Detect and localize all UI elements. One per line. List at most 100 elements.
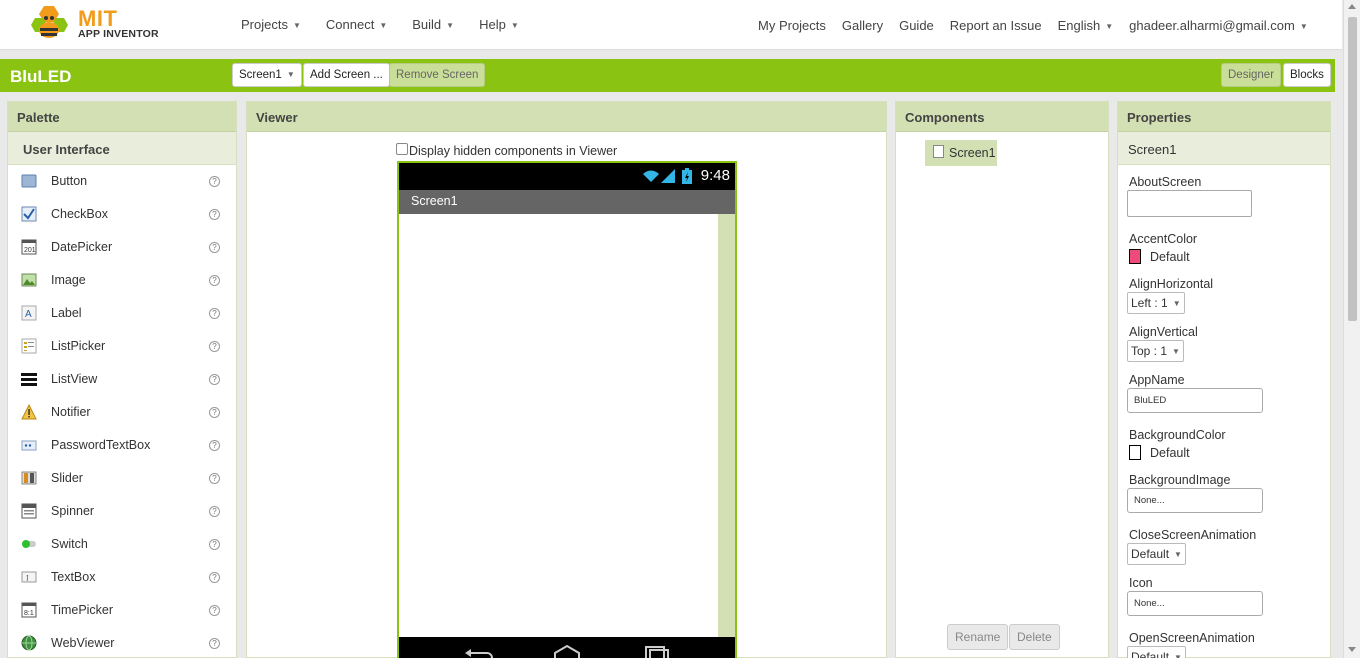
palette-item-checkbox[interactable]: CheckBox ? [8,198,236,231]
closescreenanimation-select[interactable]: Default ▼ [1127,543,1186,565]
palette-item-datepicker[interactable]: 201 DatePicker ? [8,231,236,264]
help-icon[interactable]: ? [209,440,220,451]
help-icon[interactable]: ? [209,275,220,286]
spinner-icon [21,503,37,519]
palette-item-timepicker[interactable]: 8:1 TimePicker ? [8,594,236,627]
gallery-link[interactable]: Gallery [842,18,883,33]
scroll-up-arrow-icon[interactable] [1348,4,1356,9]
blocks-button[interactable]: Blocks [1283,63,1331,87]
language-label: English [1057,18,1101,33]
screen-canvas[interactable] [399,214,735,638]
chevron-down-icon: ▼ [446,21,455,31]
prop-backgroundimage-label: BackgroundImage [1129,473,1231,487]
prop-backgroundcolor-label: BackgroundColor [1129,428,1226,442]
closescreenanimation-value: Default [1131,547,1170,561]
palette-item-spinner[interactable]: Spinner ? [8,495,236,528]
component-tree-item-screen1[interactable]: Screen1 [925,140,997,166]
display-hidden-toggle[interactable]: Display hidden components in Viewer [396,143,617,158]
guide-link[interactable]: Guide [899,18,934,33]
display-hidden-checkbox[interactable] [396,143,408,155]
user-menu[interactable]: ghadeer.alharmi@gmail.com ▼ [1129,18,1308,33]
home-icon [554,645,580,658]
help-icon[interactable]: ? [209,638,220,649]
remove-screen-button[interactable]: Remove Screen [389,63,486,87]
help-icon[interactable]: ? [209,242,220,253]
scroll-down-arrow-icon[interactable] [1348,647,1356,652]
alignhorizontal-select[interactable]: Left : 1 ▼ [1127,292,1185,314]
backgroundcolor-picker[interactable]: Default [1129,445,1190,460]
palette-item-listview[interactable]: ListView ? [8,363,236,396]
palette-item-button[interactable]: Button ? [8,165,236,198]
palette-item-label[interactable]: A Label ? [8,297,236,330]
icon-input[interactable]: None... [1127,591,1263,616]
backgroundimage-input[interactable]: None... [1127,488,1263,513]
palette-item-switch[interactable]: Switch ? [8,528,236,561]
globe-icon [21,635,37,651]
palette-item-image[interactable]: Image ? [8,264,236,297]
palette-item-notifier[interactable]: Notifier ? [8,396,236,429]
palette-item-slider[interactable]: Slider ? [8,462,236,495]
openscreenanimation-select[interactable]: Default ▼ [1127,646,1186,658]
scrollbar-thumb[interactable] [1348,17,1357,321]
phone-status-bar: 9:48 [399,163,735,190]
rename-button[interactable]: Rename [947,624,1009,650]
wifi-icon [643,170,659,182]
palette-item-textbox[interactable]: I TextBox ? [8,561,236,594]
listview-icon [21,373,37,386]
designer-button[interactable]: Designer [1221,63,1282,87]
help-icon[interactable]: ? [209,539,220,550]
aboutscreen-textarea[interactable] [1127,190,1252,217]
palette-category-user-interface[interactable]: User Interface [8,132,236,165]
page-scrollbar[interactable] [1343,0,1360,658]
menu-help[interactable]: Help ▼ [479,17,519,32]
palette-item-label: Spinner [51,504,95,518]
palette-item-label: Switch [51,537,88,551]
help-icon[interactable]: ? [209,572,220,583]
menu-connect[interactable]: Connect ▼ [326,17,387,32]
palette-item-label: ListView [51,372,98,386]
language-menu[interactable]: English ▼ [1058,18,1114,33]
palette-item-label: Label [51,306,82,320]
chevron-down-icon: ▼ [1174,653,1182,658]
alignvertical-select[interactable]: Top : 1 ▼ [1127,340,1184,362]
palette-item-label: Notifier [51,405,91,419]
report-issue-link[interactable]: Report an Issue [950,18,1042,33]
app-inventor-logo[interactable]: MIT APP INVENTOR [30,4,160,44]
add-screen-button[interactable]: Add Screen ... [303,63,390,87]
prop-aboutscreen-label: AboutScreen [1129,175,1202,189]
help-icon[interactable]: ? [209,407,220,418]
slider-icon [21,471,37,485]
back-icon [465,649,493,658]
help-icon[interactable]: ? [209,374,220,385]
help-icon[interactable]: ? [209,308,220,319]
prop-icon-label: Icon [1129,576,1153,590]
delete-button[interactable]: Delete [1009,624,1060,650]
palette-item-webviewer[interactable]: WebViewer ? [8,627,236,658]
menu-build[interactable]: Build ▼ [412,17,454,32]
help-icon[interactable]: ? [209,176,220,187]
menu-projects[interactable]: Projects ▼ [241,17,301,32]
appname-input[interactable]: BluLED [1127,388,1263,413]
my-projects-link[interactable]: My Projects [758,18,826,33]
palette-item-label: PasswordTextBox [51,438,151,452]
openscreenanimation-value: Default [1131,650,1170,658]
accent-color-value: Default [1150,249,1190,264]
warning-triangle-icon [21,404,37,420]
menu-build-label: Build [412,17,442,32]
palette-item-passwordtextbox[interactable]: PasswordTextBox ? [8,429,236,462]
palette-item-listpicker[interactable]: ListPicker ? [8,330,236,363]
accentcolor-picker[interactable]: Default [1129,249,1190,264]
help-icon[interactable]: ? [209,605,220,616]
timepicker-icon: 8:1 [21,602,37,618]
components-title: Components [896,102,1108,132]
help-icon[interactable]: ? [209,341,220,352]
help-icon[interactable]: ? [209,209,220,220]
screen-select-dropdown[interactable]: Screen1 ▼ [232,63,302,87]
palette-item-label: Image [51,273,86,287]
bee-logo-icon [31,6,68,38]
accent-color-swatch [1129,249,1141,264]
prop-alignhorizontal-label: AlignHorizontal [1129,277,1214,291]
help-icon[interactable]: ? [209,506,220,517]
top-navbar: MIT APP INVENTOR Projects ▼ Connect ▼ Buil… [0,0,1342,50]
help-icon[interactable]: ? [209,473,220,484]
